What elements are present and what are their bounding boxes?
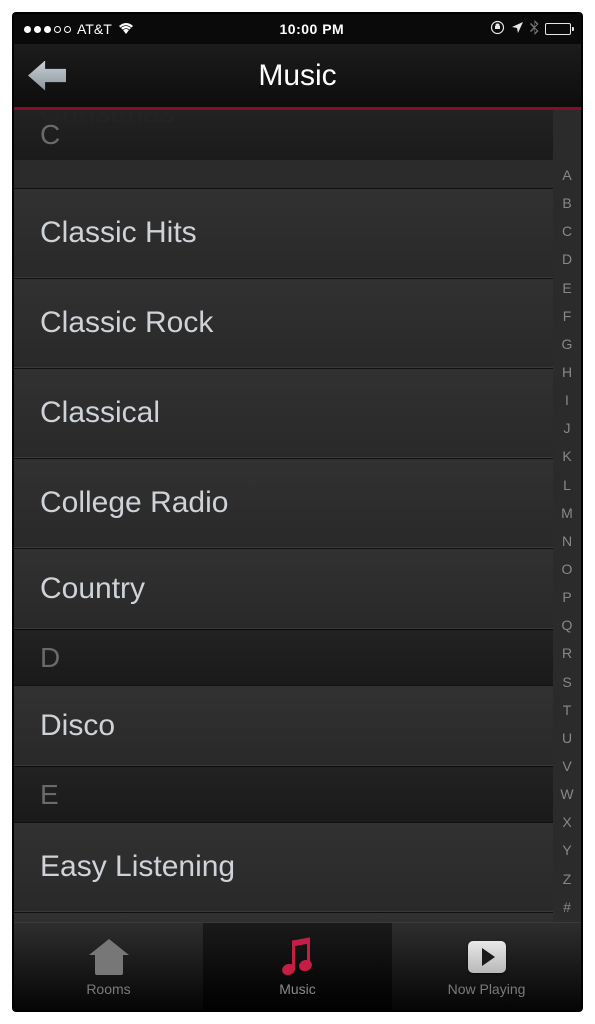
index-letter[interactable]: Z (563, 872, 572, 886)
genre-label: College Radio (40, 486, 228, 520)
tab-now-playing[interactable]: Now Playing (392, 923, 581, 1010)
section-header: E (14, 766, 553, 822)
index-letter[interactable]: # (563, 900, 571, 914)
play-icon (465, 937, 509, 977)
back-button[interactable] (28, 61, 66, 91)
nav-bar: Music (14, 44, 581, 110)
index-letter[interactable]: J (564, 421, 571, 435)
bluetooth-icon (530, 20, 539, 38)
section-letter: C (40, 119, 60, 151)
alphabet-index[interactable]: A B C D E F G H I J K L M N O P Q R S T (553, 164, 581, 918)
section-letter: D (40, 642, 60, 674)
tab-rooms[interactable]: Rooms (14, 923, 203, 1010)
genre-label: Easy Listening (40, 850, 235, 884)
index-letter[interactable]: X (562, 815, 571, 829)
list-item[interactable]: Country (14, 548, 553, 629)
index-letter[interactable]: Q (562, 618, 573, 632)
carrier-label: AT&T (77, 21, 112, 37)
list-item[interactable]: Classical (14, 368, 553, 458)
tab-label: Rooms (86, 981, 130, 997)
battery-icon (545, 23, 571, 35)
list-item[interactable]: Classic Rock (14, 278, 553, 368)
index-letter[interactable]: A (562, 168, 571, 182)
genre-list-container: Christmas C Classic Hits Classic Rock Cl… (14, 110, 581, 922)
list-item[interactable]: Easy Listening (14, 822, 553, 912)
index-letter[interactable]: F (563, 309, 572, 323)
index-letter[interactable]: T (563, 703, 572, 717)
index-letter[interactable]: E (562, 281, 571, 295)
section-letter: E (40, 779, 59, 811)
list-item[interactable]: Classic Hits (14, 188, 553, 278)
tab-bar: Rooms Music Now Playing (14, 922, 581, 1010)
list-item[interactable]: College Radio (14, 458, 553, 548)
index-letter[interactable]: C (562, 224, 572, 238)
music-note-icon (276, 937, 320, 977)
orientation-lock-icon (490, 20, 505, 38)
genre-label: Classic Rock (40, 306, 213, 340)
tab-label: Music (279, 981, 316, 997)
index-letter[interactable]: K (562, 449, 571, 463)
page-title: Music (258, 59, 336, 93)
wifi-icon (118, 21, 134, 38)
index-letter[interactable]: M (561, 506, 573, 520)
genre-label: Disco (40, 709, 115, 743)
index-letter[interactable]: U (562, 731, 572, 745)
index-letter[interactable]: S (562, 675, 571, 689)
tab-music[interactable]: Music (203, 923, 392, 1010)
index-letter[interactable]: I (565, 393, 569, 407)
index-letter[interactable]: B (562, 196, 571, 210)
index-letter[interactable]: P (562, 590, 571, 604)
index-letter[interactable]: G (562, 337, 573, 351)
status-bar: AT&T 10:00 PM (14, 14, 581, 44)
genre-label: Country (40, 572, 145, 606)
index-letter[interactable]: H (562, 365, 572, 379)
index-letter[interactable]: Y (562, 843, 571, 857)
index-letter[interactable]: O (562, 562, 573, 576)
tab-label: Now Playing (448, 981, 526, 997)
genre-list[interactable]: Christmas C Classic Hits Classic Rock Cl… (14, 110, 553, 922)
index-letter[interactable]: V (562, 759, 571, 773)
index-letter[interactable]: W (560, 787, 573, 801)
status-right (490, 20, 571, 38)
clock-label: 10:00 PM (280, 21, 345, 37)
index-letter[interactable]: L (563, 478, 571, 492)
location-icon (511, 21, 524, 37)
section-header: C (14, 110, 553, 160)
house-icon (87, 937, 131, 977)
genre-label: Classic Hits (40, 216, 197, 250)
signal-dots-icon (24, 26, 71, 33)
section-header: D (14, 629, 553, 685)
list-item[interactable]: Eclectic (14, 912, 553, 922)
index-letter[interactable]: N (562, 534, 572, 548)
index-letter[interactable]: R (562, 646, 572, 660)
back-arrow-icon (28, 61, 66, 91)
status-left: AT&T (24, 21, 134, 38)
genre-label: Classical (40, 396, 160, 430)
index-letter[interactable]: D (562, 252, 572, 266)
list-item[interactable]: Disco (14, 685, 553, 766)
